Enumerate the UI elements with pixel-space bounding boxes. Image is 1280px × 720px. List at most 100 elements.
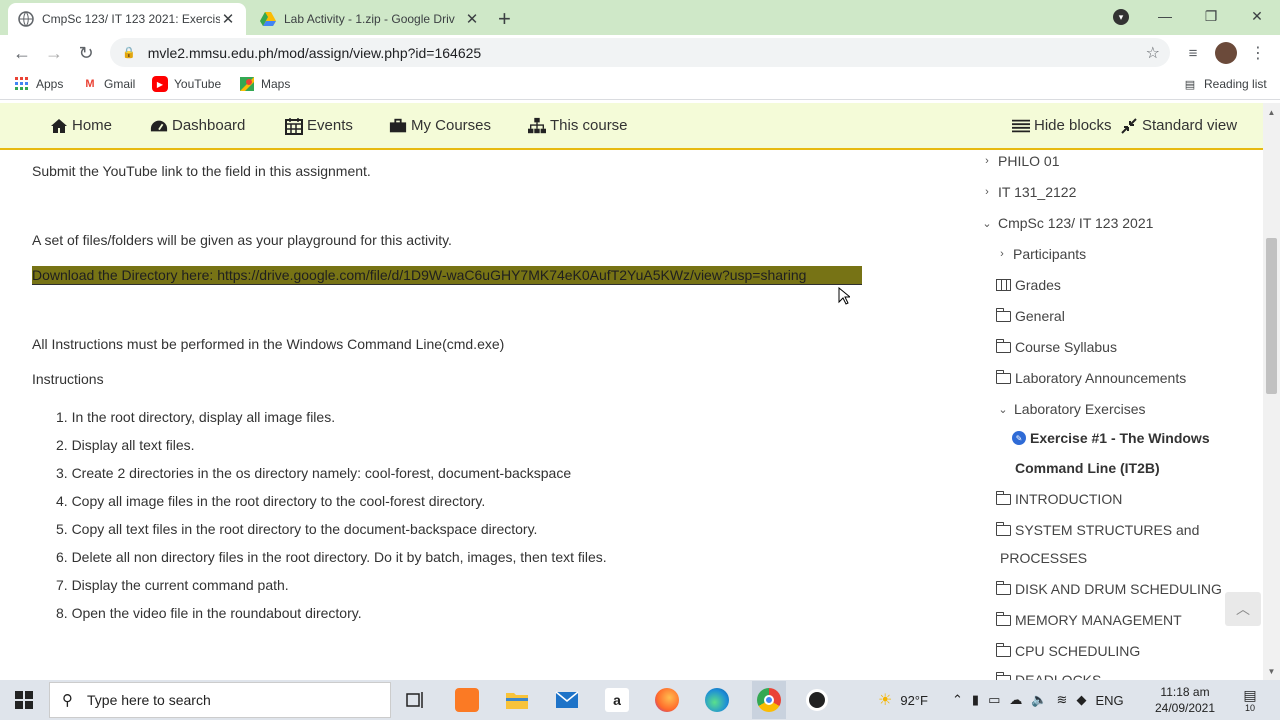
- nav-node-general[interactable]: General: [996, 307, 1065, 324]
- xampp-icon[interactable]: [452, 685, 482, 715]
- nav-node-lab-exercises[interactable]: ⌄ Laboratory Exercises: [996, 401, 1145, 417]
- nav-node-exercise-1[interactable]: ✎ Exercise #1 - The Windows: [1012, 430, 1210, 446]
- nav-node-system-structures[interactable]: SYSTEM STRUCTURES and: [996, 521, 1199, 538]
- folder-icon: [996, 611, 1011, 626]
- nav-node-participants[interactable]: › Participants: [995, 246, 1086, 262]
- obs-icon[interactable]: [802, 685, 832, 715]
- system-clock[interactable]: 11:18 am 24/09/2021: [1150, 684, 1220, 716]
- tab-title: Lab Activity - 1.zip - Google Driv: [284, 12, 455, 26]
- nav-this-course[interactable]: This course: [528, 117, 628, 134]
- nav-node-introduction[interactable]: INTRODUCTION: [996, 490, 1122, 507]
- address-bar[interactable]: 🔒 mvle2.mmsu.edu.ph/mod/assign/view.php?…: [110, 38, 1170, 67]
- nav-node-exercise-1-cont[interactable]: Command Line (IT2B): [1015, 460, 1160, 476]
- back-to-top-button[interactable]: ︿: [1225, 592, 1261, 626]
- nav-my-courses[interactable]: My Courses: [389, 117, 491, 134]
- new-tab-button[interactable]: +: [498, 6, 511, 32]
- nav-node-grades[interactable]: Grades: [996, 277, 1061, 293]
- nav-node-course[interactable]: ⌄ CmpSc 123/ IT 123 2021: [980, 215, 1153, 231]
- file-explorer-icon[interactable]: [502, 685, 532, 715]
- close-window-icon[interactable]: ✕: [1234, 0, 1280, 32]
- taskbar-search-box[interactable]: ⚲ Type here to search: [49, 682, 391, 718]
- task-view-icon[interactable]: [401, 685, 431, 715]
- nav-node-it131[interactable]: › IT 131_2122: [980, 184, 1076, 200]
- folder-icon: [996, 338, 1011, 353]
- notification-count: 10: [1244, 703, 1255, 713]
- nav-node-disk[interactable]: DISK AND DRUM SCHEDULING: [996, 580, 1222, 597]
- folder-icon: [996, 307, 1011, 322]
- hide-blocks-button[interactable]: Hide blocks: [1012, 117, 1112, 134]
- nav-node-deadlocks[interactable]: DEADLOCKS: [996, 671, 1101, 680]
- tab-google-drive[interactable]: Lab Activity - 1.zip - Google Driv ✕: [250, 3, 490, 35]
- url-text: mvle2.mmsu.edu.ph/mod/assign/view.php?id…: [147, 44, 482, 61]
- nav-events[interactable]: Events: [285, 117, 353, 135]
- nav-node-lab-announcements[interactable]: Laboratory Announcements: [996, 369, 1186, 386]
- battery-icon[interactable]: ▭: [988, 692, 1000, 708]
- chevron-right-icon: ›: [985, 155, 989, 167]
- scrollbar-thumb[interactable]: [1266, 238, 1277, 394]
- bookmark-maps[interactable]: Maps: [239, 76, 290, 92]
- chrome-icon[interactable]: [752, 681, 786, 719]
- compress-icon: [1120, 117, 1138, 134]
- bookmark-star-icon[interactable]: ☆: [1146, 43, 1160, 63]
- nav-label: Standard view: [1142, 117, 1238, 134]
- forward-icon[interactable]: →: [42, 41, 66, 65]
- firefox-icon[interactable]: [652, 685, 682, 715]
- node-label: PROCESSES: [1000, 550, 1088, 566]
- instructions-heading: Instructions: [32, 371, 104, 387]
- standard-view-button[interactable]: Standard view: [1120, 117, 1237, 134]
- wifi-icon[interactable]: ≋: [1057, 692, 1068, 708]
- nav-node-syllabus[interactable]: Course Syllabus: [996, 338, 1117, 355]
- nav-node-memory[interactable]: MEMORY MANAGEMENT: [996, 611, 1182, 628]
- media-control-icon[interactable]: ≡: [1182, 41, 1204, 65]
- briefcase-icon: [389, 118, 407, 134]
- dropbox-icon[interactable]: ◆: [1076, 692, 1086, 708]
- edge-icon[interactable]: [702, 685, 732, 715]
- close-tab-icon[interactable]: ✕: [220, 10, 236, 28]
- restore-icon[interactable]: ❐: [1188, 0, 1234, 32]
- cloud-icon[interactable]: ☁: [1009, 692, 1022, 708]
- bookmark-label: Gmail: [104, 77, 136, 91]
- reading-list-button[interactable]: ▤ Reading list: [1182, 76, 1267, 92]
- mail-icon[interactable]: [552, 685, 582, 715]
- nav-home[interactable]: Home: [50, 117, 112, 134]
- microphone-icon[interactable]: ▮: [972, 692, 979, 708]
- tab-current-course[interactable]: CmpSc 123/ IT 123 2021: Exercis ✕: [8, 3, 246, 35]
- reload-icon[interactable]: ↻: [74, 41, 98, 65]
- bookmarks-bar: Apps M Gmail ▶ YouTube Maps ▤ Reading li…: [0, 70, 1280, 100]
- chevron-up-icon[interactable]: ⌃: [952, 692, 963, 708]
- profile-avatar[interactable]: [1214, 41, 1238, 65]
- node-label: General: [1015, 308, 1065, 324]
- notification-center-button[interactable]: ▤ 10: [1238, 680, 1262, 720]
- minimize-icon[interactable]: —: [1142, 0, 1188, 32]
- assignment-content: Submit the YouTube link to the field in …: [0, 150, 970, 680]
- nav-node-cpu[interactable]: CPU SCHEDULING: [996, 642, 1140, 659]
- bookmark-apps[interactable]: Apps: [14, 76, 63, 92]
- nav-node-philo[interactable]: › PHILO 01: [980, 153, 1059, 169]
- bookmark-gmail[interactable]: M Gmail: [82, 76, 135, 92]
- youtube-icon: ▶: [152, 76, 168, 92]
- nav-dashboard[interactable]: Dashboard: [150, 117, 245, 134]
- sitemap-icon: [528, 117, 546, 134]
- back-icon[interactable]: ←: [10, 41, 34, 65]
- download-link-highlighted[interactable]: Download the Directory here: https://dri…: [32, 266, 862, 285]
- page-scrollbar[interactable]: ▲ ▼: [1263, 103, 1280, 680]
- tab-search-icon[interactable]: ▾: [1113, 9, 1129, 25]
- scroll-up-arrow-icon[interactable]: ▲: [1263, 105, 1280, 119]
- menu-icon[interactable]: ⋮: [1248, 41, 1268, 65]
- instruction-steps: 1. In the root directory, display all im…: [56, 408, 607, 632]
- maps-icon: [239, 76, 255, 92]
- weather-widget[interactable]: ☀ 92°F: [878, 680, 928, 720]
- nav-label: Events: [307, 117, 353, 134]
- node-label: PHILO 01: [998, 153, 1060, 169]
- volume-icon[interactable]: 🔈: [1031, 692, 1047, 708]
- mouse-cursor-icon: [838, 287, 850, 305]
- amazon-icon[interactable]: a: [602, 685, 632, 715]
- bookmark-youtube[interactable]: ▶ YouTube: [152, 76, 221, 92]
- google-drive-icon: [260, 11, 276, 27]
- language-indicator[interactable]: ENG: [1095, 693, 1123, 708]
- scroll-down-arrow-icon[interactable]: ▼: [1263, 664, 1280, 678]
- close-tab-icon[interactable]: ✕: [464, 10, 480, 28]
- windows-start-button[interactable]: [0, 680, 48, 720]
- nav-node-system-structures-cont[interactable]: PROCESSES: [1000, 550, 1087, 566]
- node-label: DISK AND DRUM SCHEDULING: [1015, 581, 1222, 597]
